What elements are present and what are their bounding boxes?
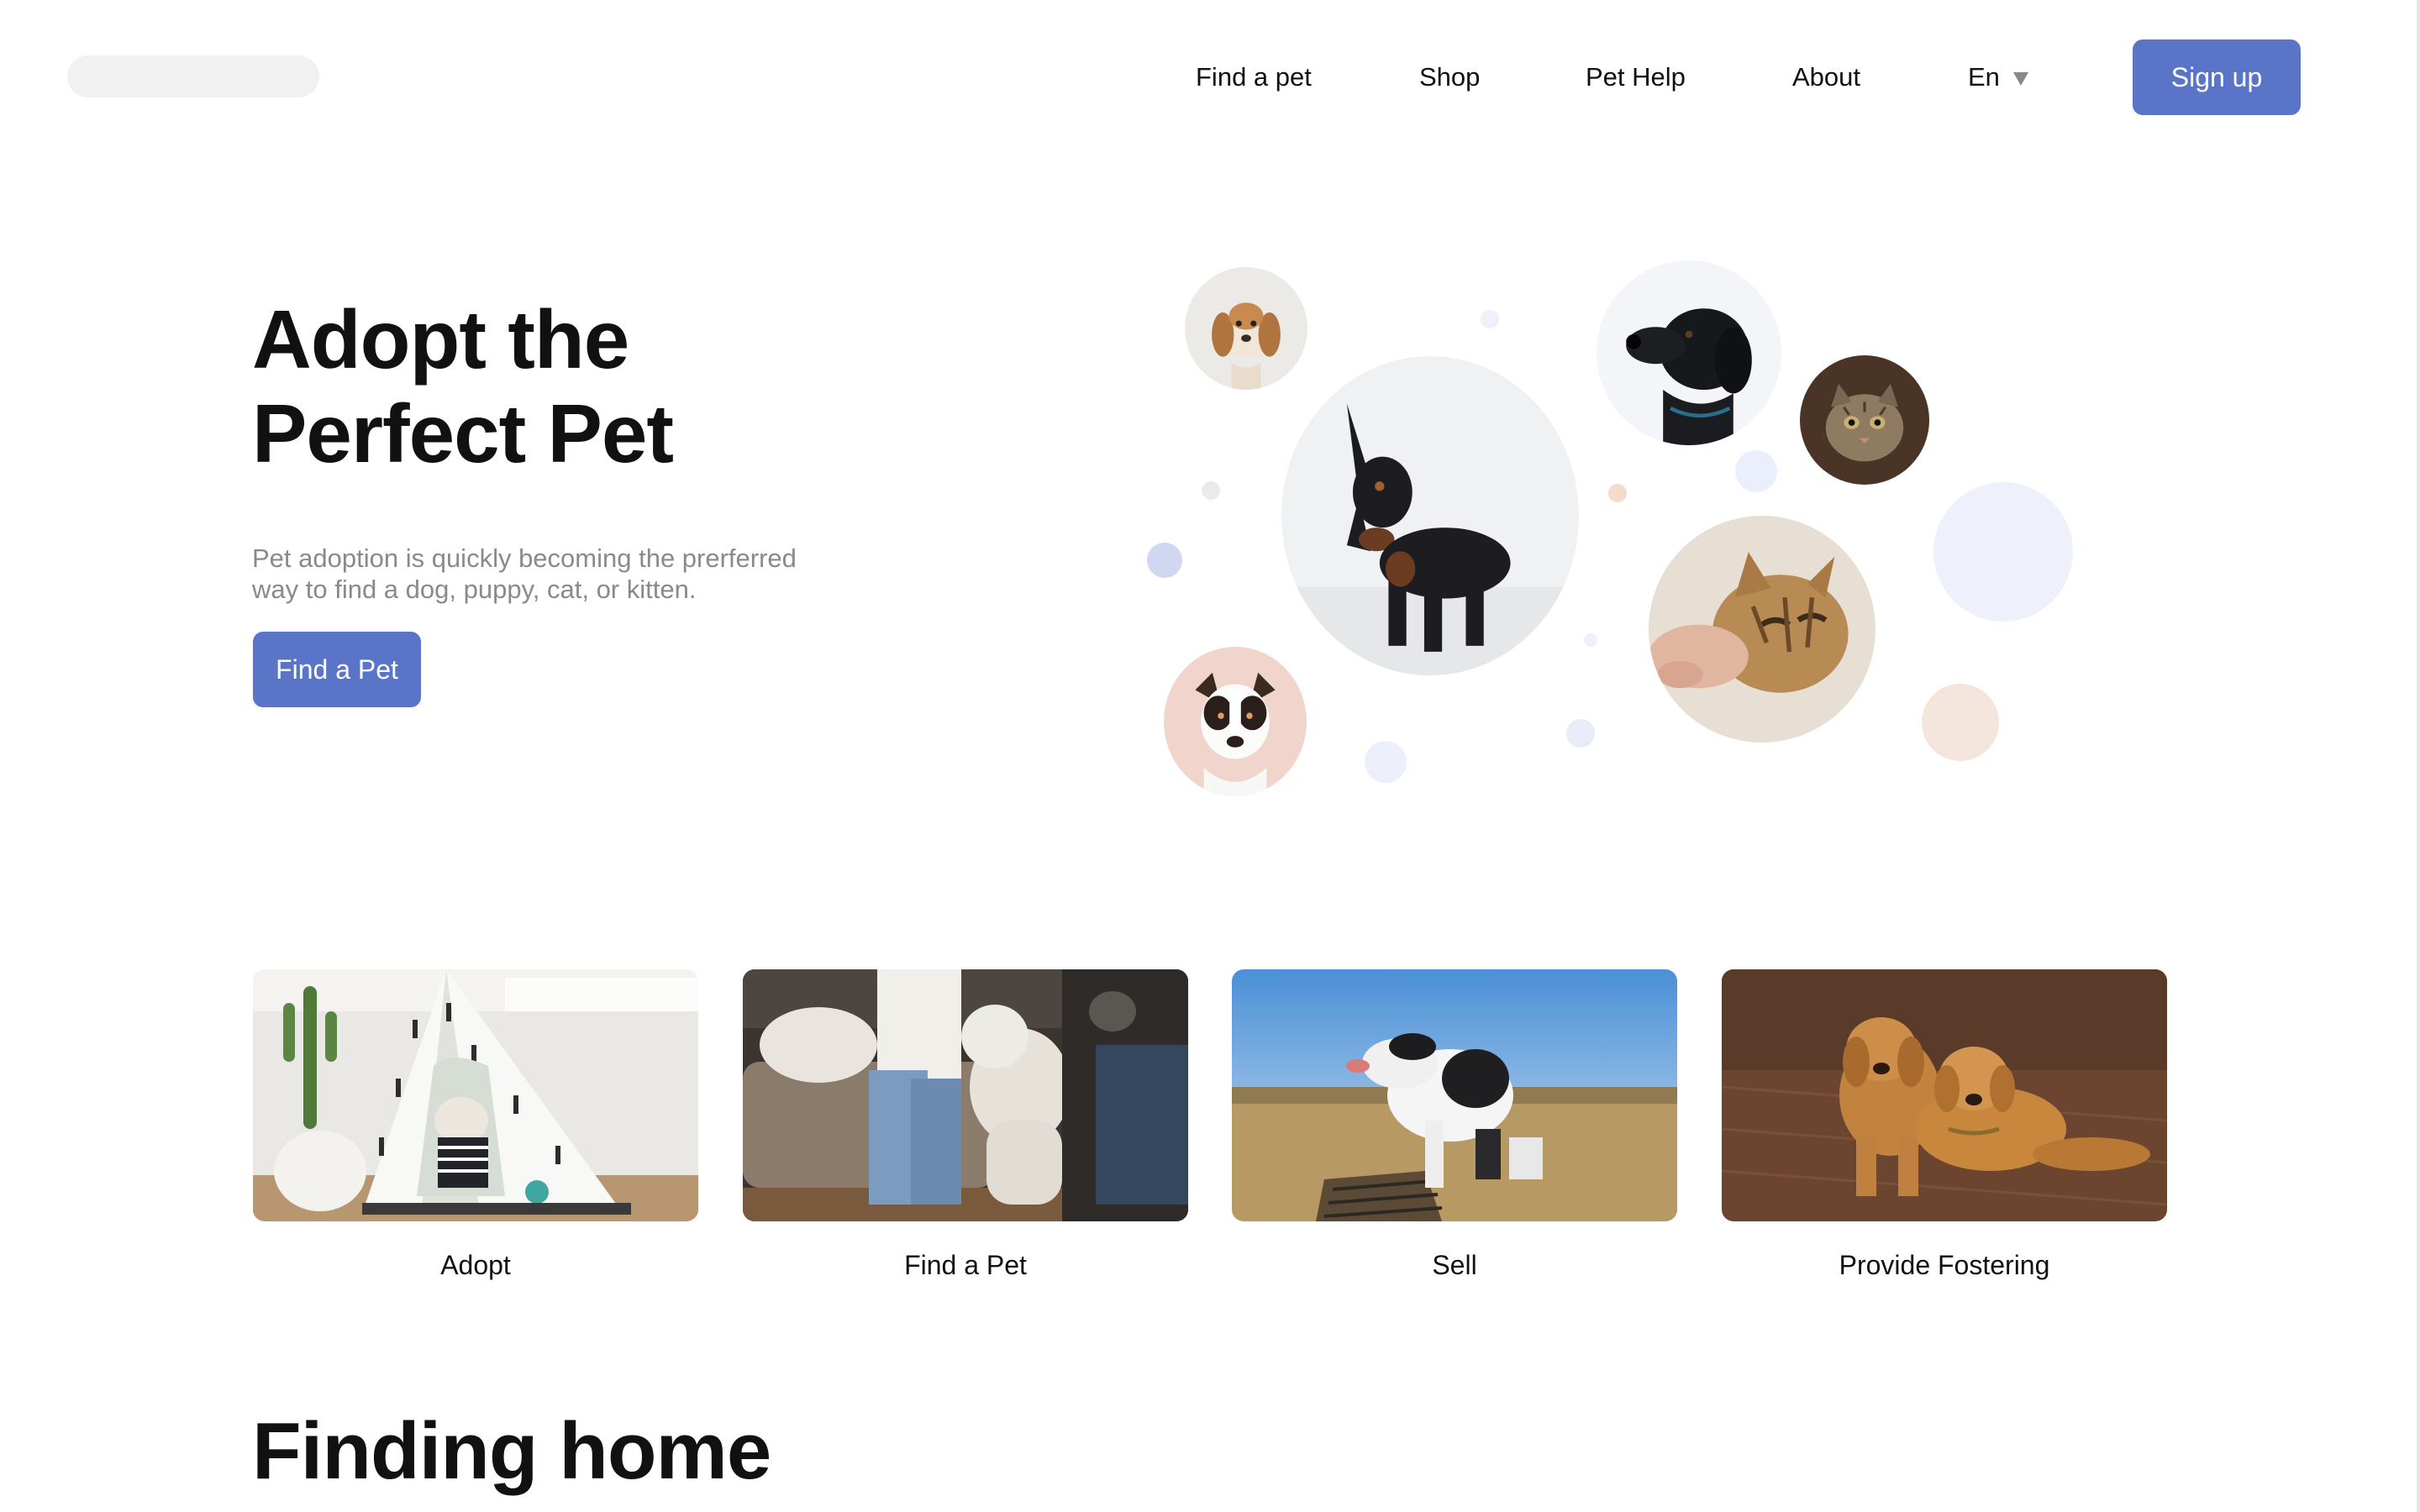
scrollbar[interactable] xyxy=(2417,0,2420,1512)
chevron-down-icon xyxy=(2012,72,2028,86)
pet-photo-spaniel-puppy xyxy=(1185,267,1307,390)
card-adopt-image[interactable] xyxy=(253,969,698,1221)
hero-find-pet-button[interactable]: Find a Pet xyxy=(253,632,421,707)
pet-photo-jack-russell xyxy=(1164,647,1307,796)
nav-shop[interactable]: Shop xyxy=(1419,59,1480,96)
decor-dot xyxy=(1735,450,1777,492)
card-find-a-pet-image[interactable] xyxy=(743,969,1188,1221)
card-sell-image[interactable] xyxy=(1232,969,1677,1221)
hero-title-line-1: Adopt the xyxy=(252,293,629,386)
decor-dot xyxy=(1933,482,2073,622)
card-adopt[interactable]: Adopt xyxy=(253,969,698,1284)
nav-find-a-pet[interactable]: Find a pet xyxy=(1196,59,1312,96)
card-find-a-pet[interactable]: Find a Pet xyxy=(743,969,1188,1284)
decor-dot xyxy=(1365,741,1407,783)
hero-subtitle-line-1: Pet adoption is quickly becoming the pre… xyxy=(252,543,797,573)
card-sell-label[interactable]: Sell xyxy=(1232,1247,1677,1284)
decor-dot xyxy=(1608,484,1627,502)
decor-dot xyxy=(1202,481,1220,500)
card-provide-fostering[interactable]: Provide Fostering xyxy=(1722,969,2167,1284)
card-provide-fostering-label[interactable]: Provide Fostering xyxy=(1722,1247,2167,1284)
signup-button[interactable]: Sign up xyxy=(2133,39,2301,115)
card-provide-fostering-image[interactable] xyxy=(1722,969,2167,1221)
decor-dot xyxy=(1566,719,1595,748)
nav-pet-help[interactable]: Pet Help xyxy=(1586,59,1686,96)
decor-dot xyxy=(1922,684,1999,761)
pet-photo-dachshund xyxy=(1281,356,1579,675)
language-selector[interactable]: En xyxy=(1968,59,2028,96)
logo[interactable] xyxy=(67,55,319,97)
section-title-finding-home: Finding home xyxy=(252,1406,771,1496)
page: Find a pet Shop Pet Help About En Sign u… xyxy=(0,0,2420,1512)
pet-photo-black-lab xyxy=(1597,260,1781,445)
hero-subtitle: Pet adoption is quickly becoming the pre… xyxy=(252,543,891,605)
card-sell[interactable]: Sell xyxy=(1232,969,1677,1284)
nav-about[interactable]: About xyxy=(1792,59,1860,96)
decor-dot xyxy=(1481,310,1499,328)
decor-dot xyxy=(1147,543,1182,578)
language-label: En xyxy=(1968,62,2000,92)
card-adopt-label[interactable]: Adopt xyxy=(253,1247,698,1284)
hero-title-line-2: Perfect Pet xyxy=(252,387,674,480)
pet-photo-tabby-kitten xyxy=(1800,355,1929,485)
card-find-a-pet-label[interactable]: Find a Pet xyxy=(743,1247,1188,1284)
decor-dot xyxy=(1584,633,1597,647)
pet-photo-bengal-cat xyxy=(1649,516,1876,743)
hero-title: Adopt the Perfect Pet xyxy=(252,292,674,480)
hero-subtitle-line-2: way to find a dog, puppy, cat, or kitten… xyxy=(252,575,697,604)
